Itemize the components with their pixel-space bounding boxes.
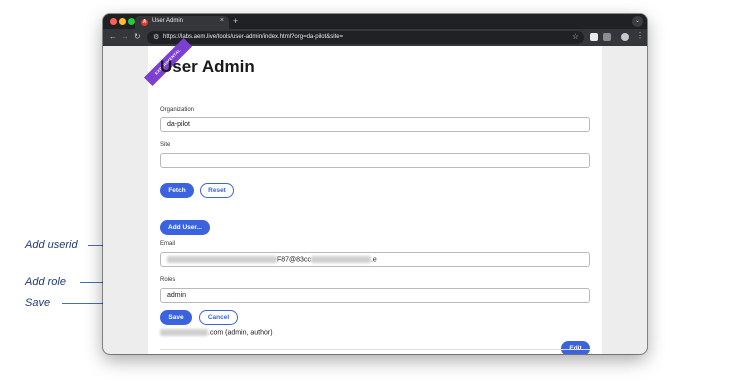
tab-title: User Admin (152, 18, 184, 24)
redacted-email-part (167, 256, 277, 263)
add-user-button[interactable]: Add User... (160, 220, 210, 235)
roles-label: Roles (160, 277, 176, 283)
save-button[interactable]: Save (160, 310, 192, 325)
extension-icon[interactable] (590, 33, 598, 41)
cancel-button[interactable]: Cancel (199, 310, 238, 325)
profile-avatar-icon[interactable] (621, 33, 629, 41)
chevron-down-icon[interactable]: ⌄ (632, 16, 643, 27)
page-viewport: EXPERIMENTAL User Admin Organization da-… (103, 37, 647, 354)
minimize-window-button[interactable] (119, 18, 126, 25)
roles-input[interactable]: admin (160, 288, 590, 303)
site-info-icon[interactable]: ⚙ (153, 33, 159, 41)
new-tab-button[interactable]: + (233, 16, 238, 26)
fetch-button[interactable]: Fetch (160, 183, 194, 198)
email-input[interactable]: F87@83cc .e (160, 252, 590, 267)
extensions-puzzle-icon[interactable] (603, 33, 611, 41)
adobe-favicon-icon: A (141, 19, 148, 26)
email-suffix: .e (370, 256, 377, 264)
redacted-user-email (160, 329, 208, 336)
site-label: Site (160, 142, 171, 148)
user-entry-text: .com (admin, author) (208, 329, 273, 337)
user-list-item: .com (admin, author) (160, 329, 273, 336)
browser-menu-icon[interactable]: ⋮ (636, 31, 644, 40)
close-window-button[interactable] (110, 18, 117, 25)
email-label: Email (160, 241, 176, 247)
back-button[interactable]: ← (109, 32, 117, 41)
page-title: User Admin (160, 57, 255, 76)
email-visible-fragment: F87@83cc (277, 256, 311, 264)
address-bar[interactable]: ⚙ https://labs.aem.live/tools/user-admin… (147, 31, 584, 44)
redacted-email-part-2 (310, 256, 371, 263)
callout-add-role: Add role (25, 276, 66, 288)
callout-add-userid: Add userid (25, 239, 78, 251)
browser-window: A User Admin × + ⌄ ← → ↻ ⚙ https://labs.… (103, 14, 647, 354)
organization-input[interactable]: da-pilot (160, 117, 590, 132)
url-text: https://labs.aem.live/tools/user-admin/i… (163, 34, 344, 40)
callout-save: Save (25, 297, 51, 309)
organization-label: Organization (160, 107, 195, 113)
tab-user-admin[interactable]: A User Admin × (135, 16, 229, 29)
tab-close-icon[interactable]: × (220, 17, 224, 24)
user-list-divider (160, 349, 590, 350)
site-input[interactable] (160, 153, 590, 168)
maximize-window-button[interactable] (128, 18, 135, 25)
forward-button[interactable]: → (121, 32, 129, 41)
tab-bar: A User Admin × + ⌄ (103, 14, 647, 29)
page-content: EXPERIMENTAL User Admin Organization da-… (143, 37, 602, 354)
reset-button[interactable]: Reset (200, 183, 234, 198)
edit-user-button[interactable]: Edit (561, 341, 590, 354)
bookmark-star-icon[interactable]: ☆ (572, 32, 579, 41)
reload-button[interactable]: ↻ (134, 32, 141, 41)
